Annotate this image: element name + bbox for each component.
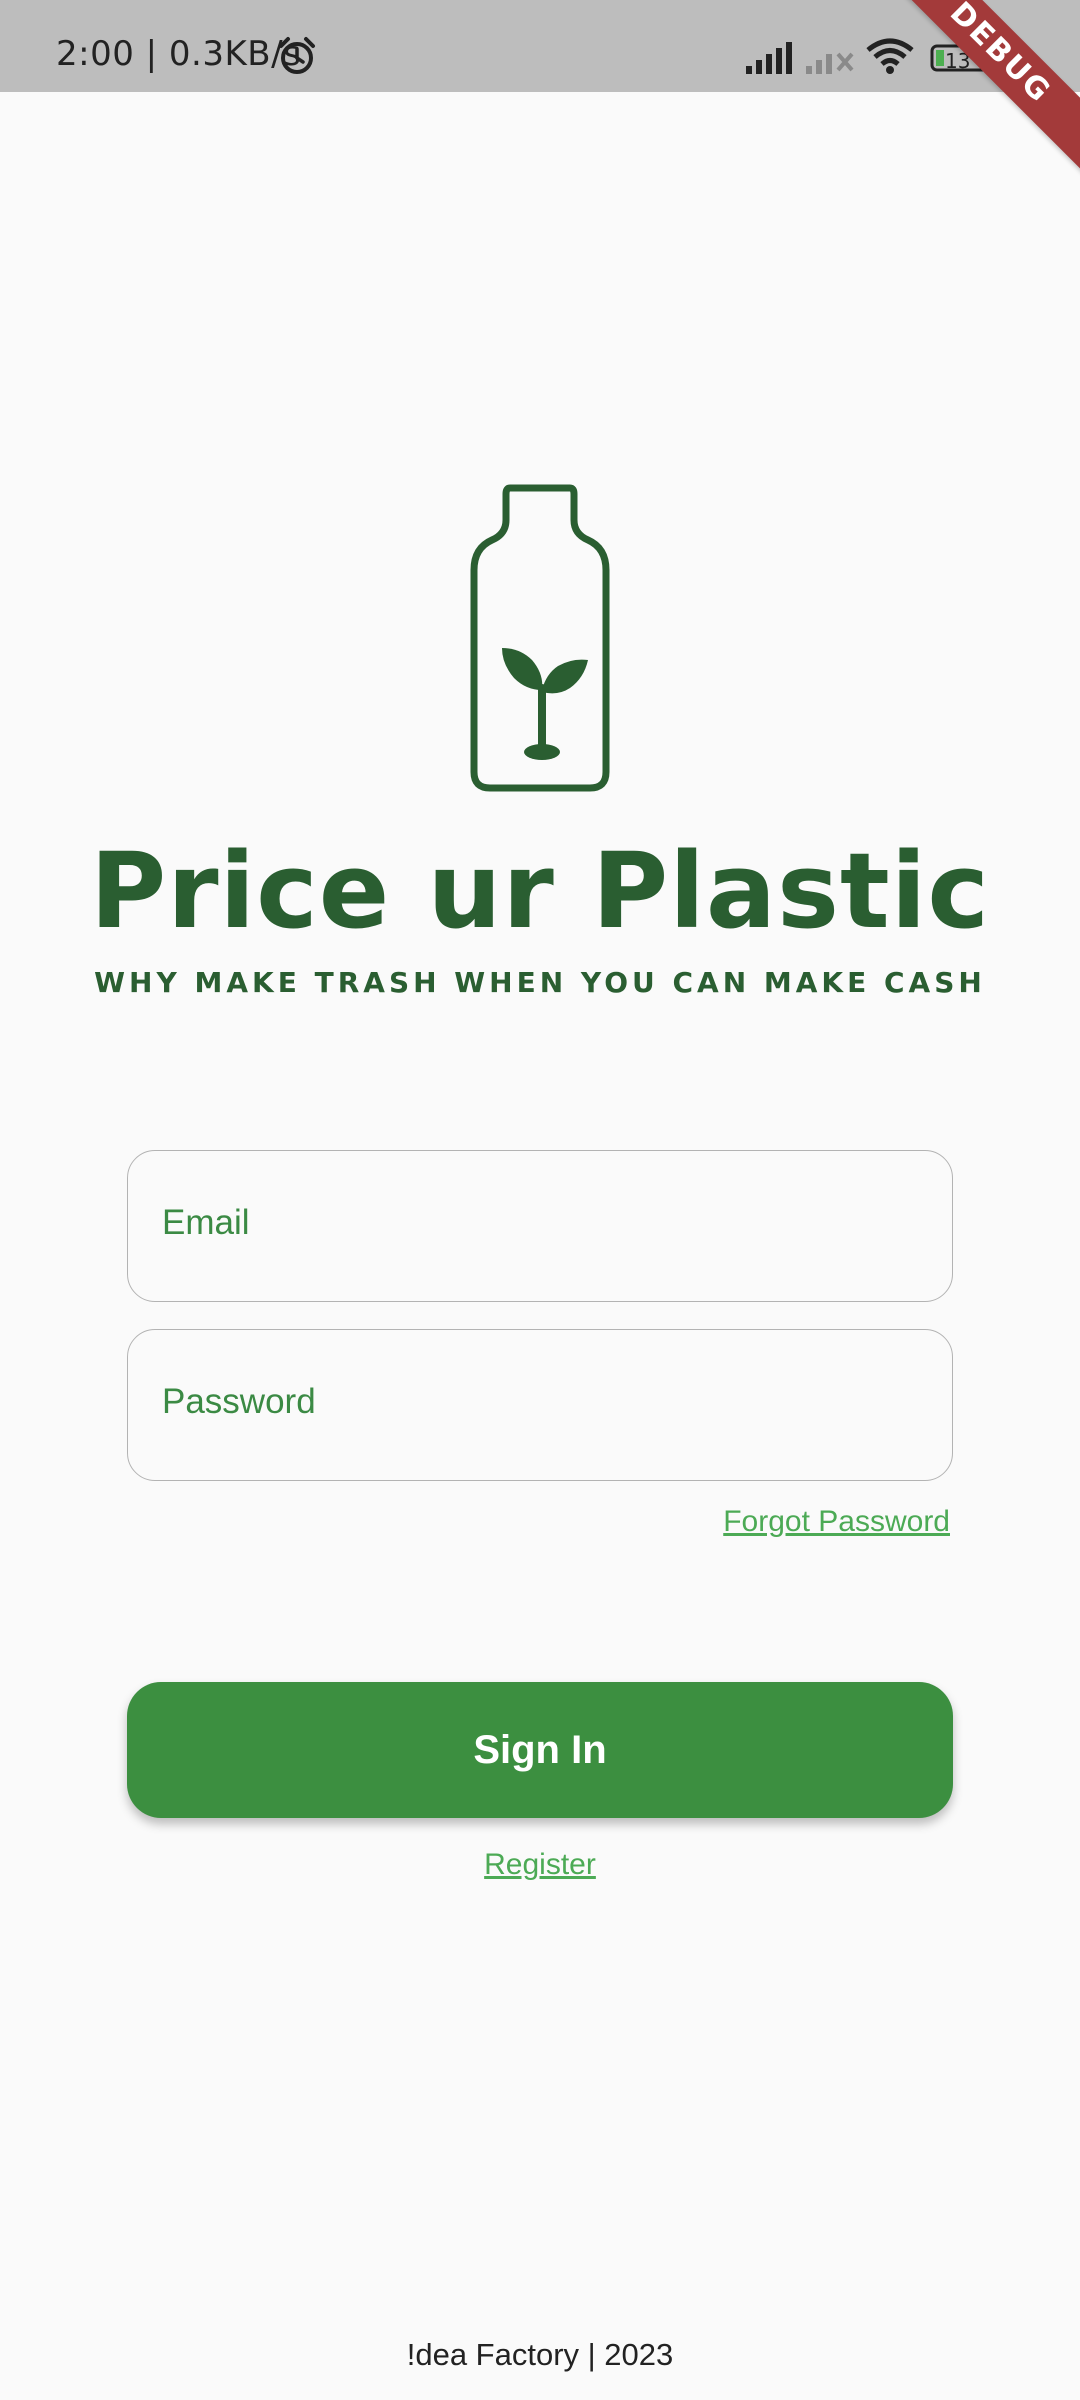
signal-icon [746, 42, 792, 74]
app-tagline: WHY MAKE TRASH WHEN YOU CAN MAKE CASH [94, 966, 986, 999]
register-link[interactable]: Register [0, 1848, 1080, 1882]
password-field[interactable]: Password [127, 1329, 953, 1481]
sign-in-button[interactable]: Sign In [127, 1682, 953, 1818]
email-field[interactable]: Email [127, 1150, 953, 1302]
alarm-icon [279, 37, 315, 74]
app-title: Price ur Plastic [89, 830, 991, 952]
email-label: Email [162, 1203, 250, 1242]
password-label: Password [162, 1382, 316, 1421]
status-time: 2:00 | 0.3KB/s [56, 34, 302, 74]
footer-credit: !dea Factory | 2023 [406, 2337, 674, 2372]
no-signal-icon [806, 52, 854, 74]
wifi-icon [866, 38, 914, 74]
forgot-password-link[interactable]: Forgot Password [723, 1505, 950, 1539]
bottle-sprout-logo-icon [470, 484, 610, 792]
status-bar: 2:00 | 0.3KB/s 13 [0, 0, 1080, 92]
